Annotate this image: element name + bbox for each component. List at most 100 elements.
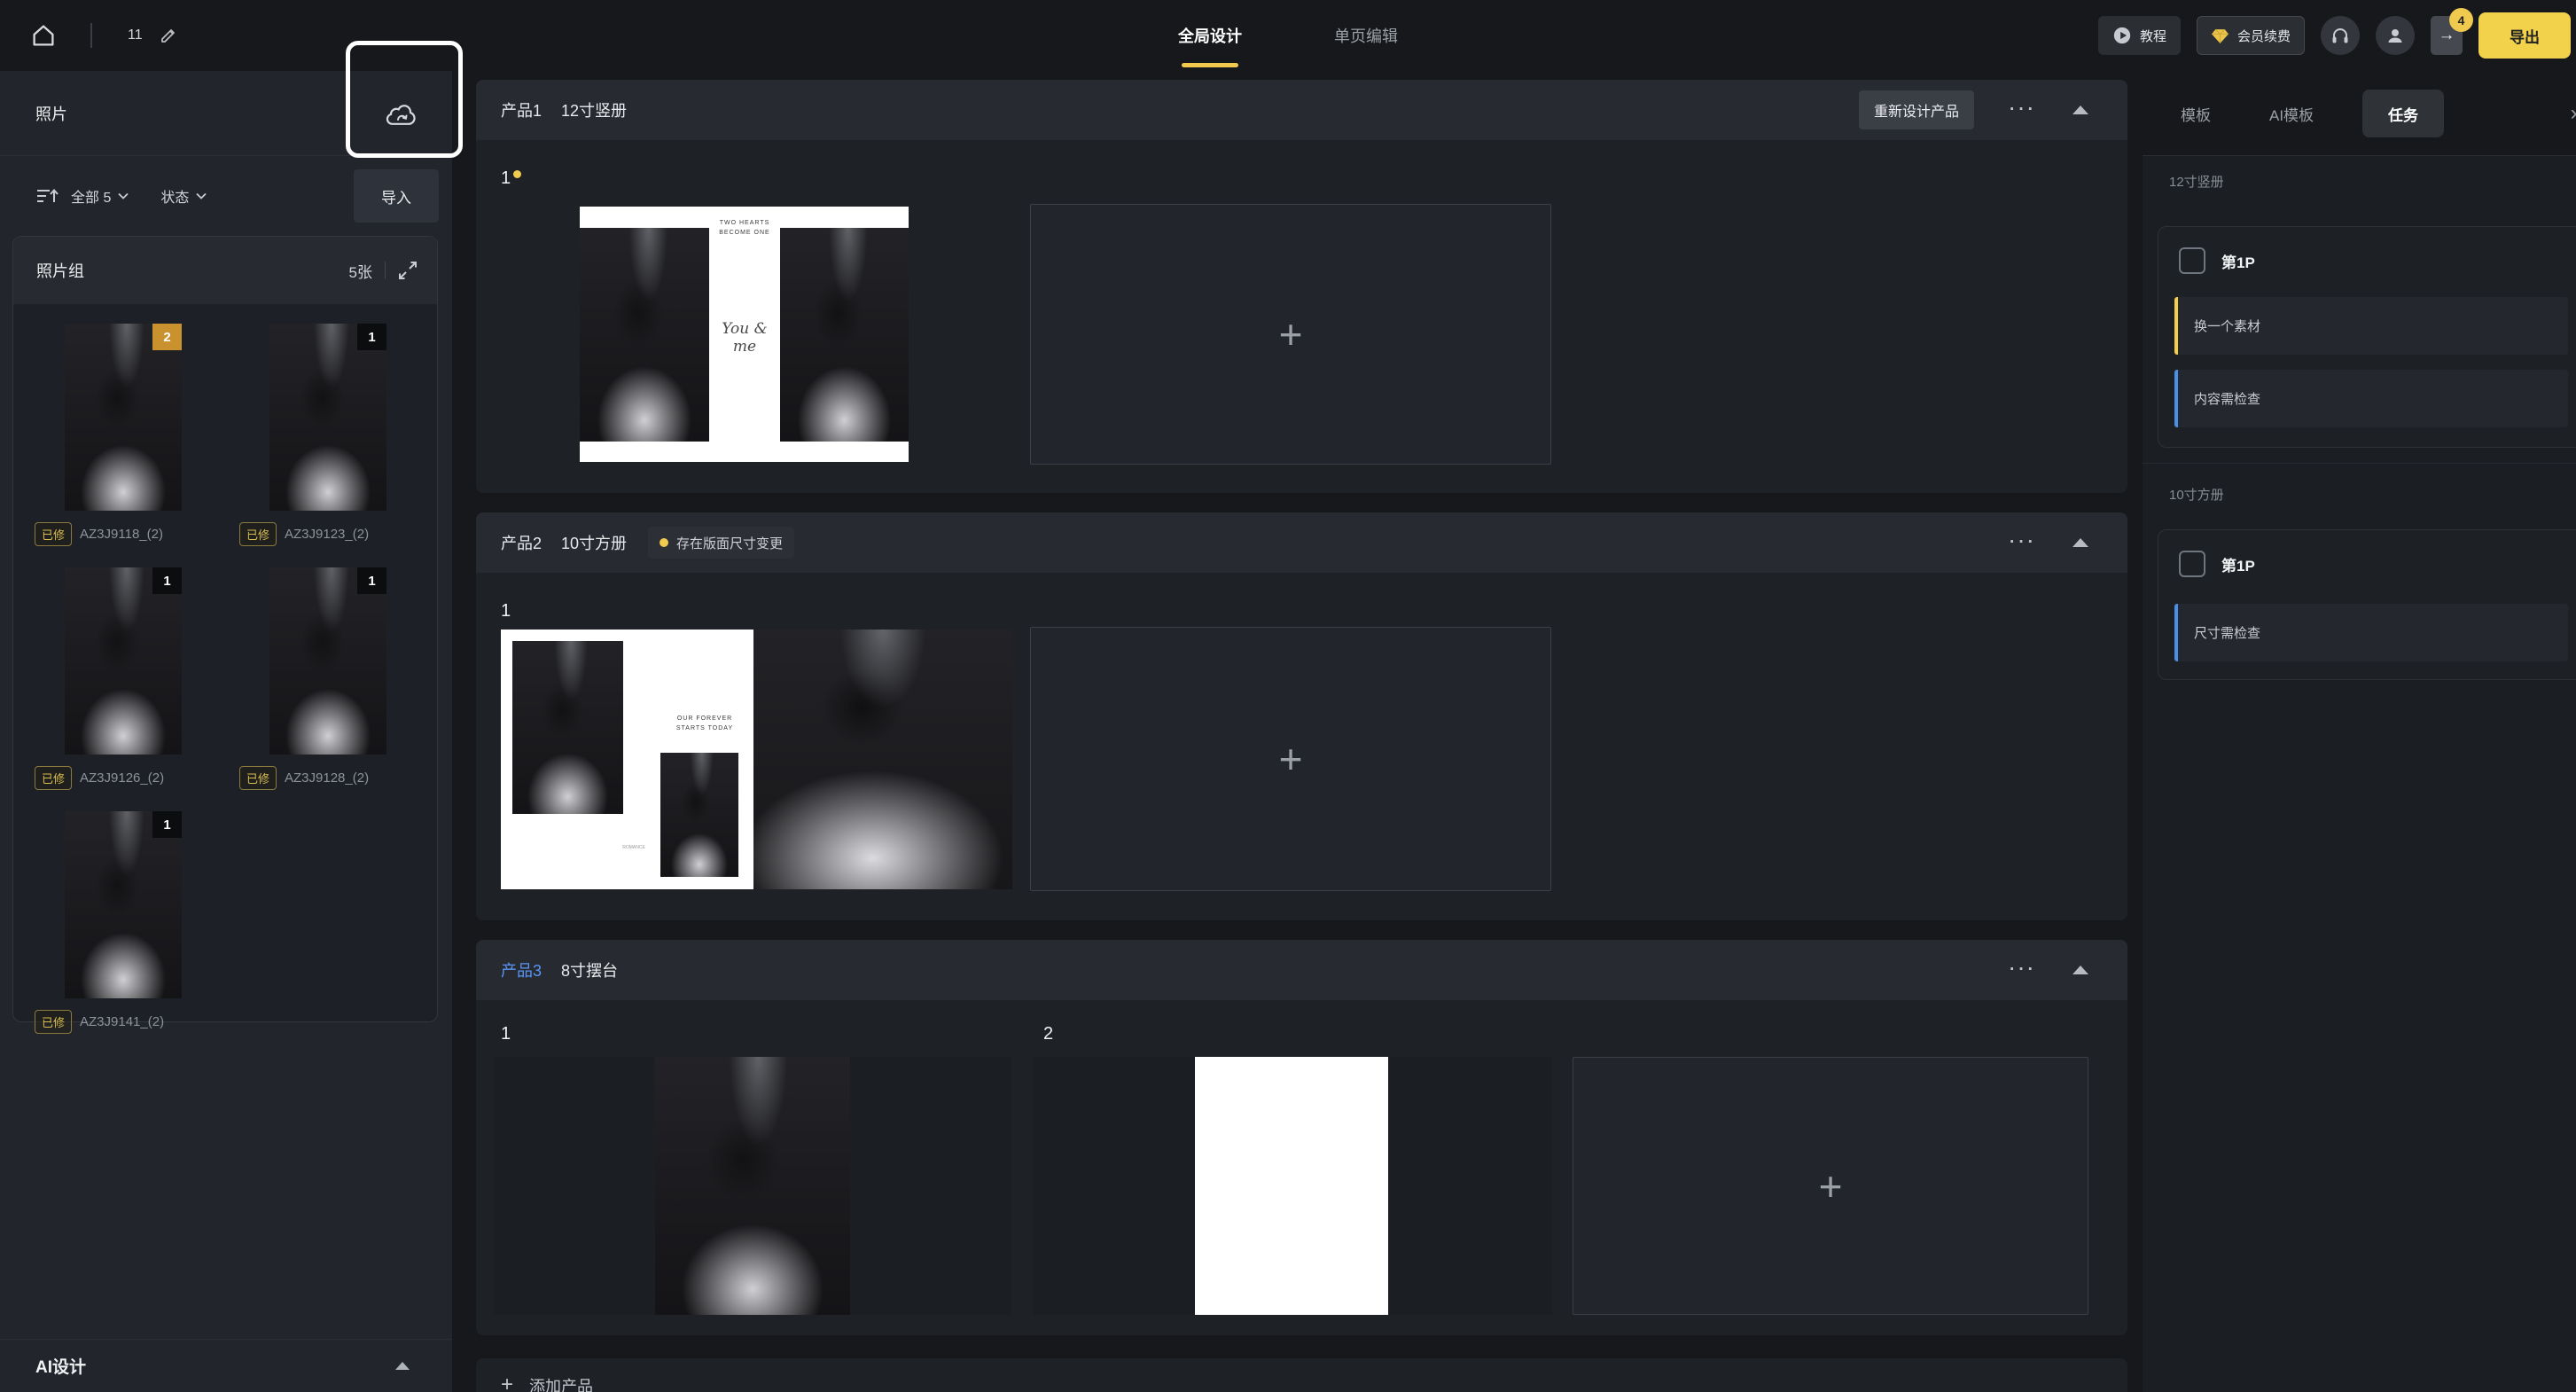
task-item[interactable]: 尺寸需检查 xyxy=(2174,604,2568,661)
tab-global-design[interactable]: 全局设计 xyxy=(1178,0,1242,71)
export-button[interactable]: 导出 xyxy=(2478,12,2571,59)
page-checkbox[interactable] xyxy=(2179,247,2205,274)
expand-icon[interactable] xyxy=(398,261,418,280)
tab-single-page-edit[interactable]: 单页编辑 xyxy=(1334,0,1398,71)
photo-thumbnail[interactable]: 1 xyxy=(65,811,182,998)
product1-card: 产品1 12寸竖册 重新设计产品 ··· 1 TWO HEARTS BECOME… xyxy=(476,80,2127,493)
spread-caption: TWO HEARTS BECOME ONE xyxy=(709,219,780,238)
album-spread-thumbnail[interactable]: OUR FOREVER STARTS TODAY ROMANCE xyxy=(501,630,1012,889)
product1-label: 产品1 xyxy=(501,98,542,121)
spread-small-caption: ROMANCE xyxy=(607,844,660,851)
account-avatar-icon[interactable] xyxy=(2376,16,2415,55)
product1-body: 1 TWO HEARTS BECOME ONE You & me + xyxy=(476,140,2127,493)
photo-filename: AZ3J9118_(2) xyxy=(80,527,163,542)
unsaved-dot xyxy=(513,170,521,178)
more-menu-icon[interactable]: ··· xyxy=(2010,533,2037,552)
album-spread-thumbnail[interactable]: TWO HEARTS BECOME ONE You & me xyxy=(580,207,909,462)
tab-templates[interactable]: 模板 xyxy=(2181,71,2211,156)
photo-count-badge: 1 xyxy=(357,567,386,594)
import-button[interactable]: 导入 xyxy=(354,169,439,223)
photo-cell[interactable]: 1已修AZ3J9141_(2) xyxy=(35,811,237,998)
home-icon[interactable] xyxy=(30,22,57,49)
photo-cell[interactable]: 1已修AZ3J9128_(2) xyxy=(239,567,441,755)
collapse-up-icon[interactable] xyxy=(395,1362,410,1370)
photo-count-badge: 1 xyxy=(152,811,182,838)
membership-renew-button[interactable]: 会员续费 xyxy=(2197,16,2305,55)
photo-cell[interactable]: 2已修AZ3J9118_(2) xyxy=(35,324,237,511)
more-menu-icon[interactable]: ··· xyxy=(2010,960,2037,980)
retouched-tag: 已修 xyxy=(239,522,277,546)
retouched-tag: 已修 xyxy=(35,766,72,790)
retouched-tag: 已修 xyxy=(35,1010,72,1034)
app-window: 1 1 全局设计 单页编辑 教程 xyxy=(0,0,2576,1392)
add-product-row[interactable]: + 添加产品 xyxy=(476,1358,2127,1392)
photo-group-panel: 照片组 5张 2已修AZ3J9118_(2)1已修AZ3J9123_(2)1已修… xyxy=(12,236,438,1022)
plus-icon: + xyxy=(501,1372,513,1392)
collapse-section-icon[interactable] xyxy=(2073,538,2088,547)
sort-icon[interactable] xyxy=(35,186,59,206)
redesign-product-button[interactable]: 重新设计产品 xyxy=(1859,90,1974,129)
tab-tasks[interactable]: 任务 xyxy=(2362,90,2444,137)
page-checkbox[interactable] xyxy=(2179,551,2205,577)
mode-tabs: 全局设计 单页编辑 xyxy=(1178,0,1398,71)
photo-count-badge: 1 xyxy=(152,567,182,594)
spread-photo-fullbleed xyxy=(753,630,1012,889)
support-headset-icon[interactable] xyxy=(2321,16,2360,55)
photo-filename: AZ3J9126_(2) xyxy=(80,770,164,786)
ai-design-section[interactable]: AI设计 xyxy=(0,1339,452,1392)
filter-all-dropdown[interactable]: 全部 5 xyxy=(71,185,129,207)
chevron-down-icon xyxy=(118,192,129,199)
photos-title: 照片 xyxy=(35,102,67,125)
tab-ai-templates[interactable]: AI模板 xyxy=(2269,71,2314,156)
plus-icon: + xyxy=(1819,1162,1843,1210)
photo-filename: AZ3J9128_(2) xyxy=(285,770,369,786)
photo-count: 5张 xyxy=(349,260,372,282)
photo-thumbnail[interactable]: 1 xyxy=(269,567,386,755)
add-page-placeholder[interactable]: + xyxy=(1573,1057,2088,1315)
photo-label: 已修 AZ3J9141_(2) xyxy=(35,1010,164,1034)
product2-header: 产品2 10寸方册 存在版面尺寸变更 ··· xyxy=(476,512,2127,573)
page-label: 第1P xyxy=(2221,553,2255,575)
filter-status-dropdown[interactable]: 状态 xyxy=(160,185,207,207)
photo-thumbnail[interactable]: 1 xyxy=(65,567,182,755)
header-divider xyxy=(385,262,386,279)
frame-item-1[interactable] xyxy=(494,1057,1011,1315)
task-item[interactable]: 内容需检查 xyxy=(2174,370,2568,427)
cloud-sync-icon[interactable] xyxy=(381,98,418,129)
product3-card: 产品3 8寸摆台 ··· 1 2 + xyxy=(476,940,2127,1335)
spread-photo-left xyxy=(580,228,709,442)
photo-count-badge: 1 xyxy=(357,324,386,350)
collapse-section-icon[interactable] xyxy=(2073,106,2088,114)
page-number: 1 xyxy=(501,1024,511,1044)
photo-group-title: 照片组 xyxy=(36,259,84,282)
export-record-icon[interactable]: → 4 xyxy=(2431,16,2463,55)
section-title: 10寸方册 xyxy=(2169,485,2224,504)
photo-cell[interactable]: 1已修AZ3J9126_(2) xyxy=(35,567,237,755)
tutorial-button[interactable]: 教程 xyxy=(2098,16,2181,55)
collapse-section-icon[interactable] xyxy=(2073,966,2088,974)
product2-card: 产品2 10寸方册 存在版面尺寸变更 ··· 1 OUR FOREVER STA… xyxy=(476,512,2127,920)
section-divider xyxy=(2143,463,2576,464)
page-checkbox-row: 第1P xyxy=(2179,247,2255,274)
frame-item-2[interactable] xyxy=(1034,1057,1552,1315)
add-page-placeholder[interactable]: + xyxy=(1030,627,1551,891)
photo-count-badge: 2 xyxy=(152,324,182,350)
chevron-down-icon xyxy=(196,192,207,199)
add-page-placeholder[interactable]: + xyxy=(1030,204,1551,465)
photo-cell[interactable]: 1已修AZ3J9123_(2) xyxy=(239,324,441,511)
product3-body: 1 2 + xyxy=(476,1000,2127,1335)
task-item[interactable]: 换一个素材 xyxy=(2174,297,2568,355)
ai-design-title: AI设计 xyxy=(35,1354,86,1378)
page-label: 第1P xyxy=(2221,250,2255,272)
photos-sidebar: 照片 全部 5 状态 导入 xyxy=(0,71,452,1392)
photo-thumbnail[interactable]: 1 xyxy=(269,324,386,511)
edit-name-icon[interactable] xyxy=(159,26,178,45)
photo-filename: AZ3J9141_(2) xyxy=(80,1014,164,1029)
more-menu-icon[interactable]: ··· xyxy=(2010,100,2037,120)
collapse-panel-icon[interactable]: » xyxy=(2571,101,2576,126)
spread-photo-small xyxy=(660,753,738,877)
photo-thumbnail[interactable]: 2 xyxy=(65,324,182,511)
page-checkbox-row: 第1P xyxy=(2179,551,2255,577)
task-group-card: 第1P 尺寸需检查 xyxy=(2158,529,2576,680)
photo-filter-row: 全部 5 状态 导入 xyxy=(0,156,452,236)
